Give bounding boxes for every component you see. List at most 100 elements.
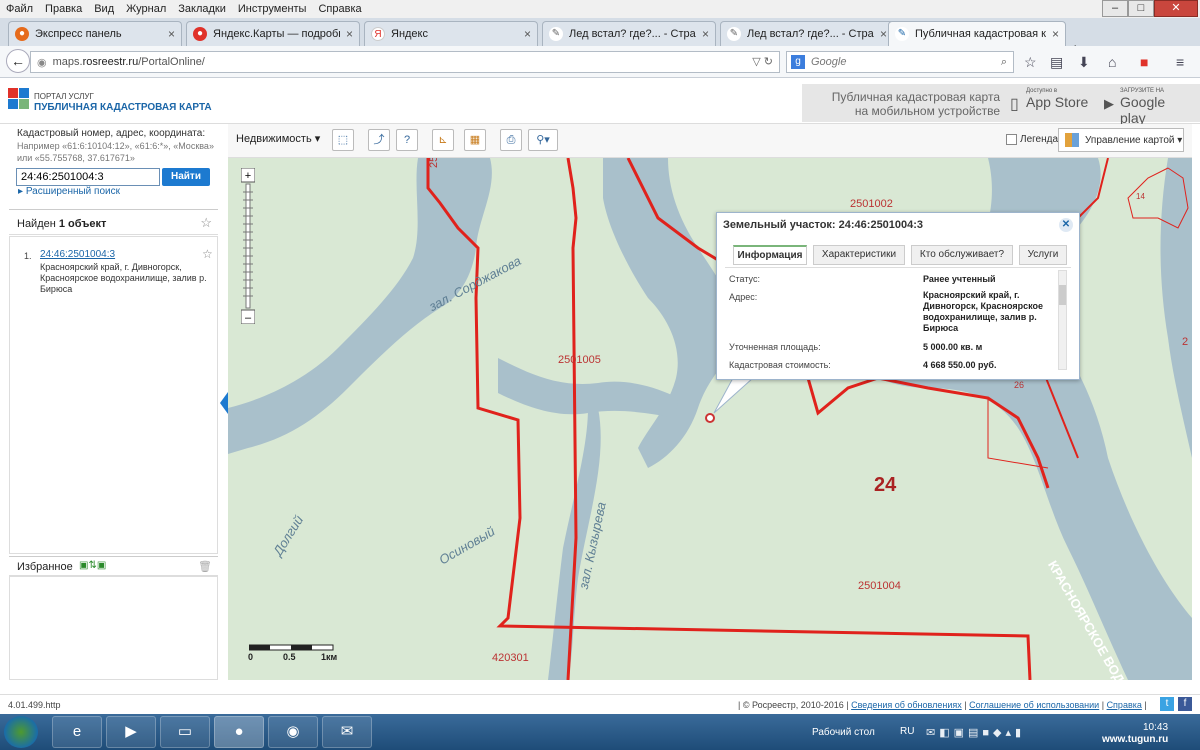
menu-tools[interactable]: Инструменты [232,3,313,15]
start-button[interactable] [4,716,38,748]
bookmark-star-icon[interactable]: ☆ [1024,54,1037,71]
tab-forum-1[interactable]: ✎ Лед встал? где?... - Страни... × [542,21,716,46]
menu-bookmarks[interactable]: Закладки [172,3,232,15]
url-dropdown-reload-icons[interactable]: ▽ ↻ [752,55,773,68]
close-tab-icon[interactable]: × [702,27,709,41]
addon-icon[interactable]: ■ [1140,54,1148,70]
menu-bar: Файл Правка Вид Журнал Закладки Инструме… [0,0,1200,18]
terms-link[interactable]: Соглашение об использовании [969,700,1099,710]
tab-services[interactable]: Услуги [1019,245,1067,265]
maximize-button[interactable]: □ [1128,0,1154,17]
ruler-icon[interactable]: ⊾ [432,129,454,151]
minimize-button[interactable]: – [1102,0,1128,17]
menu-view[interactable]: Вид [88,3,120,15]
portal-logo-icon [8,88,29,109]
measure-tool-icon[interactable]: ⤴ [368,129,390,151]
help-link[interactable]: Справка [1107,700,1142,710]
promo-text: Публичная кадастровая карта на мобильном… [802,90,1000,118]
popup-scroll-thumb[interactable] [1059,285,1066,305]
map-label: 2501005 [558,354,601,366]
popup-title: Земельный участок: 24:46:2501004:3 [723,219,924,231]
language-indicator[interactable]: RU [900,726,914,737]
close-tab-icon[interactable]: × [524,27,531,41]
portal-footer: 4.01.499.http | © Росреестр, 2010-2016 |… [0,694,1200,714]
cadastre-icon: ✎ [895,27,909,41]
download-icon[interactable]: ⬇ [1078,54,1090,71]
tab-info[interactable]: Информация [733,245,807,265]
menu-help[interactable]: Справка [312,3,367,15]
area-tool-icon[interactable]: ▦ [464,129,486,151]
facebook-icon[interactable]: f [1178,697,1192,711]
map-toolbar: Недвижимость ▾ ⬚ ⤴ ? ⊾ ▦ ⎙ ⚲▾ Легенда Уп… [228,124,1192,158]
legend-checkbox[interactable] [1006,134,1017,145]
close-tab-icon[interactable]: × [168,27,175,41]
tab-yandex[interactable]: Я Яндекс × [364,21,538,46]
scale-bar-graphic [248,644,334,651]
explorer-icon[interactable]: ▭ [160,716,210,748]
appstore-button[interactable]: ▯ Доступно в App Store [1008,88,1098,116]
tab-forum-2[interactable]: ✎ Лед встал? где?... - Страни... × [720,21,894,46]
url-path: /PortalOnline/ [138,56,205,68]
chrome-icon[interactable]: ◉ [268,716,318,748]
close-tab-icon[interactable]: × [346,27,353,41]
trash-icon[interactable]: 🗑 [198,560,212,573]
firefox-taskbar-icon[interactable]: ● [214,716,264,748]
map-control-dropdown[interactable]: Управление картой ▾ [1058,128,1184,152]
close-tab-icon[interactable]: × [1052,27,1059,41]
find-button[interactable]: Найти [162,168,210,186]
link-icon[interactable]: ⚲▾ [528,129,558,151]
url-bar[interactable]: ◉ maps. rosreestr.ru/PortalOnline/ ▽ ↻ [30,51,780,73]
close-popup-icon[interactable]: ✕ [1059,218,1073,232]
map-label: 14 [1136,192,1145,201]
collapse-panel-handle[interactable] [220,392,228,414]
search-icon[interactable]: ⌕ [1001,56,1007,69]
portal-title[interactable]: ПУБЛИЧНАЯ КАДАСТРОВАЯ КАРТА [34,102,212,113]
tray-icons[interactable]: ✉◧▣▤■◆▴▮ [926,726,1025,739]
home-icon[interactable]: ⌂ [1108,54,1116,70]
desktop-label[interactable]: Рабочий стол [812,727,875,738]
close-tab-icon[interactable]: × [880,27,887,41]
info-tool-icon[interactable]: ? [396,129,418,151]
tab-service-provider[interactable]: Кто обслуживает? [911,245,1013,265]
star-icon[interactable]: ☆ [200,215,212,231]
twitter-icon[interactable]: t [1160,697,1174,711]
back-button[interactable]: ← [6,49,30,73]
tab-cadastral-map[interactable]: ✎ Публичная кадастровая к... × [888,21,1066,46]
print-icon[interactable]: ⎙ [500,129,522,151]
outlook-icon[interactable]: ✉ [322,716,372,748]
cadastral-search-input[interactable] [16,168,160,186]
map-control-label: Управление картой [1085,135,1175,146]
tab-characteristics[interactable]: Характеристики [813,245,905,265]
tab-yandex-maps[interactable]: ● Яндекс.Карты — подробн... × [186,21,360,46]
cost-label: Кадастровая стоимость: [729,360,831,370]
zoom-control: + – [240,167,256,325]
media-player-icon[interactable]: ▶ [106,716,156,748]
search-bar[interactable]: g Google ⌕ [786,51,1014,73]
result-link[interactable]: 24:46:2501004:3 [40,249,115,260]
close-window-button[interactable]: ✕ [1154,0,1198,17]
export-excel-icons[interactable]: ▣⇅▣ [79,560,106,571]
menu-icon[interactable]: ≡ [1176,54,1184,70]
copyright: | © Росреестр, 2010-2016 | [738,700,852,710]
map-label: 250100 [428,158,440,168]
tab-express-panel[interactable]: ● Экспресс панель × [8,21,182,46]
globe-icon: ◉ [37,56,47,69]
updates-link[interactable]: Сведения об обновлениях [851,700,962,710]
parcel-info-popup: Земельный участок: 24:46:2501004:3 ✕ Инф… [716,212,1080,380]
select-tool-icon[interactable]: ⬚ [332,129,354,151]
result-star-icon[interactable]: ☆ [202,247,213,261]
svg-text:+: + [245,170,251,182]
googleplay-button[interactable]: ▶ ЗАГРУЗИТЕ НА Google play [1102,88,1194,126]
menu-file[interactable]: Файл [0,3,39,15]
menu-history[interactable]: Журнал [120,3,172,15]
menu-edit[interactable]: Правка [39,3,88,15]
advanced-search-link[interactable]: ▸ Расширенный поиск [18,186,120,197]
popup-scrollbar[interactable] [1058,270,1067,370]
window-controls: – □ ✕ [1102,0,1198,17]
ie-icon[interactable]: e [52,716,102,748]
realty-dropdown[interactable]: Недвижимость ▾ [236,132,320,145]
bookmarks-list-icon[interactable]: ▤ [1050,54,1063,71]
mobile-promo: Публичная кадастровая карта на мобильном… [802,84,1200,126]
scale-label-end: 1км [321,652,338,662]
clock[interactable]: 10:43 [1143,722,1168,733]
